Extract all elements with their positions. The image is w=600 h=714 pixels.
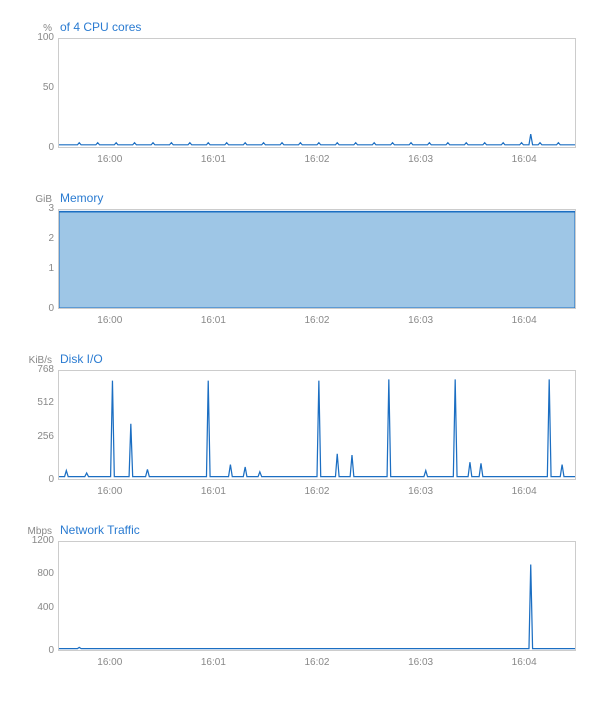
cpu-title: of 4 CPU cores — [60, 20, 141, 34]
cpu-plot — [58, 38, 576, 148]
memory-y-axis: 3210 — [24, 209, 58, 309]
network-x-axis: 16:0016:0116:0216:0316:04 — [58, 657, 576, 668]
disk-header: KiB/s Disk I/O — [24, 352, 576, 366]
memory-panel: GiB Memory 3210 16:0016:0116:0216:0316:0… — [24, 191, 576, 326]
network-header: Mbps Network Traffic — [24, 523, 576, 537]
network-title: Network Traffic — [60, 523, 140, 537]
disk-panel: KiB/s Disk I/O 7685122560 16:0016:0116:0… — [24, 352, 576, 497]
network-plot — [58, 541, 576, 651]
cpu-y-axis: 100500 — [24, 38, 58, 148]
memory-header: GiB Memory — [24, 191, 576, 205]
disk-title: Disk I/O — [60, 352, 103, 366]
disk-y-axis: 7685122560 — [24, 370, 58, 480]
cpu-header: % of 4 CPU cores — [24, 20, 576, 34]
memory-x-axis: 16:0016:0116:0216:0316:04 — [58, 315, 576, 326]
network-panel: Mbps Network Traffic 12008004000 16:0016… — [24, 523, 576, 668]
memory-title: Memory — [60, 191, 103, 205]
cpu-x-axis: 16:0016:0116:0216:0316:04 — [58, 154, 576, 165]
memory-plot — [58, 209, 576, 309]
cpu-panel: % of 4 CPU cores 100500 16:0016:0116:021… — [24, 20, 576, 165]
disk-plot — [58, 370, 576, 480]
network-y-axis: 12008004000 — [24, 541, 58, 651]
disk-x-axis: 16:0016:0116:0216:0316:04 — [58, 486, 576, 497]
